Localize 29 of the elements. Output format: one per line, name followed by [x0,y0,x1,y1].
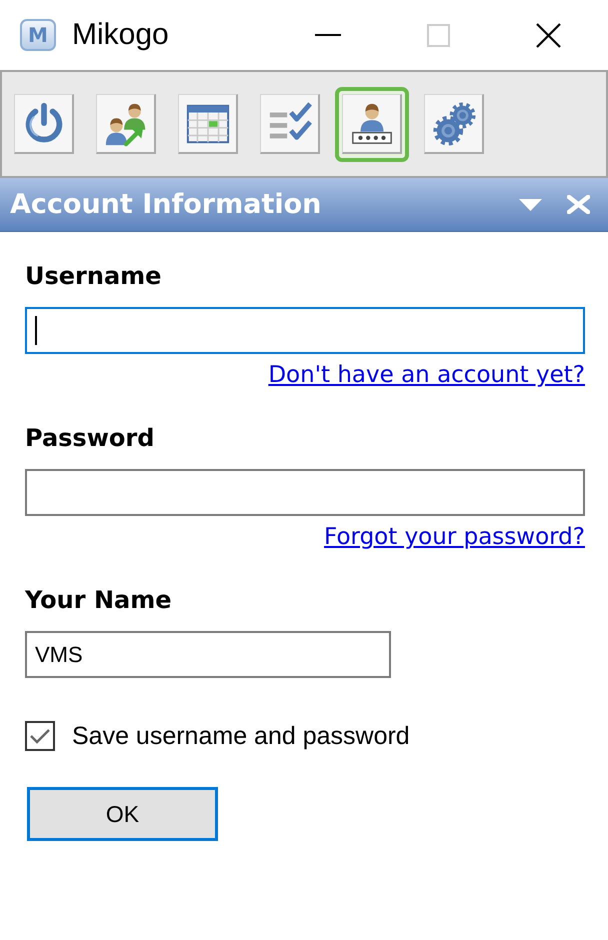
forgot-password-link[interactable]: Forgot your password? [324,524,585,551]
toolbar-button[interactable] [424,94,484,154]
field-label: Password [25,424,154,452]
minimize-icon [315,34,341,36]
panel-close-button[interactable] [567,195,590,214]
field-label: Username [25,262,162,290]
username-field[interactable] [25,307,585,354]
signup-link[interactable]: Don't have an account yet? [268,362,585,389]
password-field[interactable] [25,469,585,516]
toolbar-button[interactable] [178,94,238,154]
name-field[interactable]: VMS [25,631,391,678]
window-title: Mikogo [72,20,169,50]
gears-icon [430,100,476,146]
toolbar-button[interactable] [14,94,74,154]
maximize-icon [426,24,450,46]
field-label: Your Name [25,586,172,614]
checkbox[interactable] [25,721,55,751]
app-logo: M [20,19,56,51]
toolbar-button[interactable] [335,86,409,162]
close-icon [567,195,590,214]
close-icon [536,22,560,48]
panel-title: Account Information [10,191,322,218]
checkbox-label: Save username and password [72,724,410,748]
checkmark-icon [30,728,50,744]
caret-icon [519,198,542,210]
toolbar-button[interactable] [96,94,156,154]
dropdown-button[interactable] [519,198,542,210]
ok-button[interactable]: OK [27,787,218,841]
toolbar-button[interactable] [260,94,320,154]
